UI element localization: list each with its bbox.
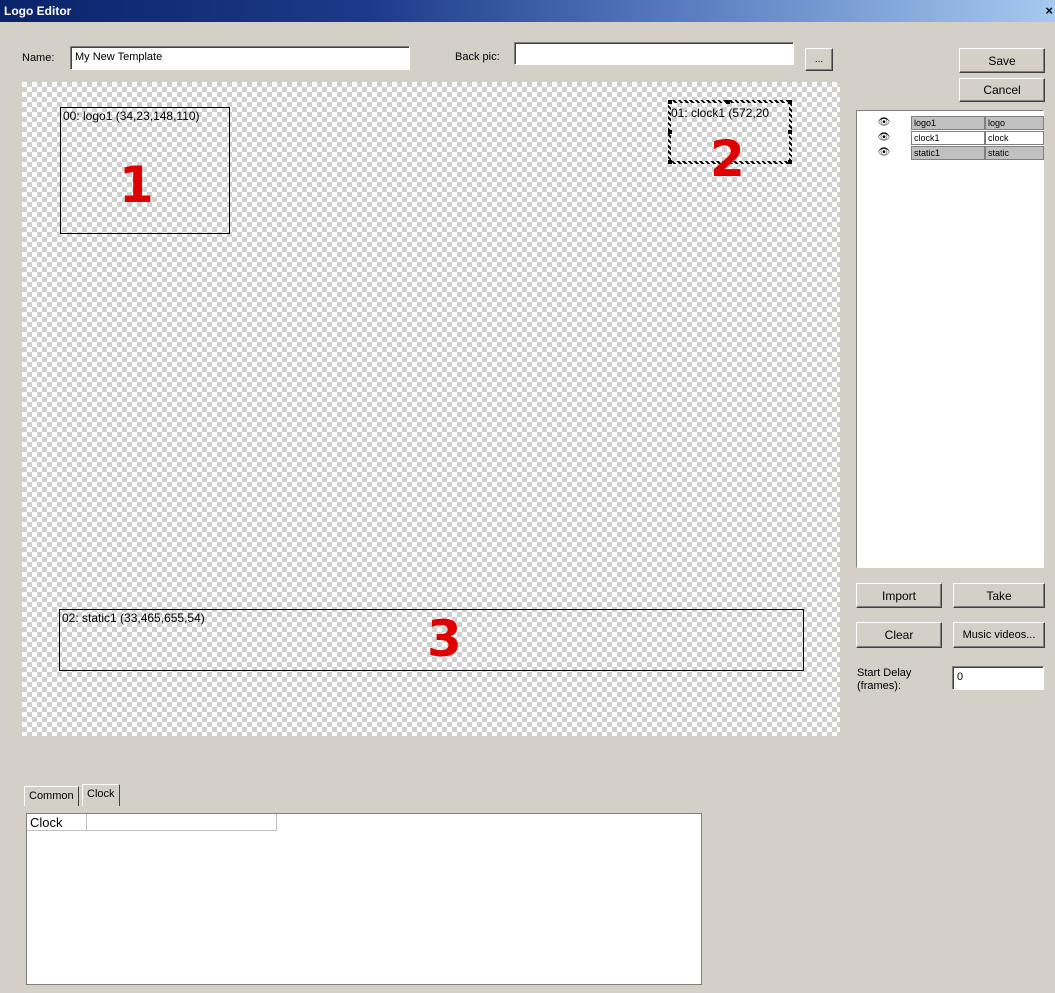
value-column-header xyxy=(87,814,277,831)
resize-handle[interactable] xyxy=(726,100,730,104)
layer-row[interactable]: 👁 static1 static xyxy=(875,146,1044,161)
region-label: 00: logo1 (34,23,148,110) xyxy=(63,109,200,123)
music-videos-button[interactable]: Music videos... xyxy=(953,622,1045,648)
start-delay-input[interactable]: 0 xyxy=(952,666,1044,690)
resize-handle[interactable] xyxy=(668,100,672,104)
layer-type: logo xyxy=(985,116,1044,130)
start-delay-label: Start Delay xyxy=(857,667,912,679)
layer-type: static xyxy=(985,146,1044,160)
cancel-button[interactable]: Cancel xyxy=(959,78,1045,102)
region-label: 02: static1 (33,465,655,54) xyxy=(62,611,205,625)
browse-button[interactable]: ... xyxy=(805,48,833,71)
eye-icon[interactable]: 👁 xyxy=(875,116,893,130)
backpic-label: Back pic: xyxy=(455,51,500,63)
layer-row[interactable]: 👁 logo1 logo xyxy=(875,116,1044,131)
layer-row[interactable]: 👁 clock1 clock xyxy=(875,131,1044,146)
layer-type: clock xyxy=(985,131,1044,145)
region-marker-1: 1 xyxy=(119,156,154,214)
save-button[interactable]: Save xyxy=(959,48,1045,73)
resize-handle[interactable] xyxy=(788,100,792,104)
eye-icon[interactable]: 👁 xyxy=(875,131,893,145)
resize-handle[interactable] xyxy=(788,160,792,164)
name-input[interactable]: My New Template xyxy=(70,46,410,70)
backpic-input[interactable] xyxy=(514,42,794,65)
window-title: Logo Editor xyxy=(4,4,72,18)
layers-list[interactable]: 👁 logo1 logo 👁 clock1 clock 👁 static1 st… xyxy=(856,110,1044,568)
import-button[interactable]: Import xyxy=(856,583,942,608)
layer-name: static1 xyxy=(911,146,985,160)
eye-icon[interactable]: 👁 xyxy=(875,146,893,160)
logo-canvas[interactable]: 00: logo1 (34,23,148,110) 1 01: clock1 (… xyxy=(22,82,840,736)
start-delay-unit-label: (frames): xyxy=(857,680,901,692)
layer-name: logo1 xyxy=(911,116,985,130)
clock-tab-panel: Clock xyxy=(26,813,702,985)
close-icon[interactable]: × xyxy=(1045,0,1053,22)
resize-handle[interactable] xyxy=(668,160,672,164)
resize-handle[interactable] xyxy=(788,130,792,134)
tab-common[interactable]: Common xyxy=(24,786,79,806)
name-label: Name: xyxy=(22,52,55,64)
region-marker-3: 3 xyxy=(427,610,462,668)
tab-clock[interactable]: Clock xyxy=(82,784,120,806)
region-marker-2: 2 xyxy=(710,130,745,188)
title-bar: Logo Editor × xyxy=(0,0,1055,22)
region-label: 01: clock1 (572,20 xyxy=(671,106,770,120)
clock-column-header: Clock xyxy=(27,814,87,831)
layer-name: clock1 xyxy=(911,131,985,145)
clear-button[interactable]: Clear xyxy=(856,622,942,648)
resize-handle[interactable] xyxy=(668,130,672,134)
take-button[interactable]: Take xyxy=(953,583,1045,608)
